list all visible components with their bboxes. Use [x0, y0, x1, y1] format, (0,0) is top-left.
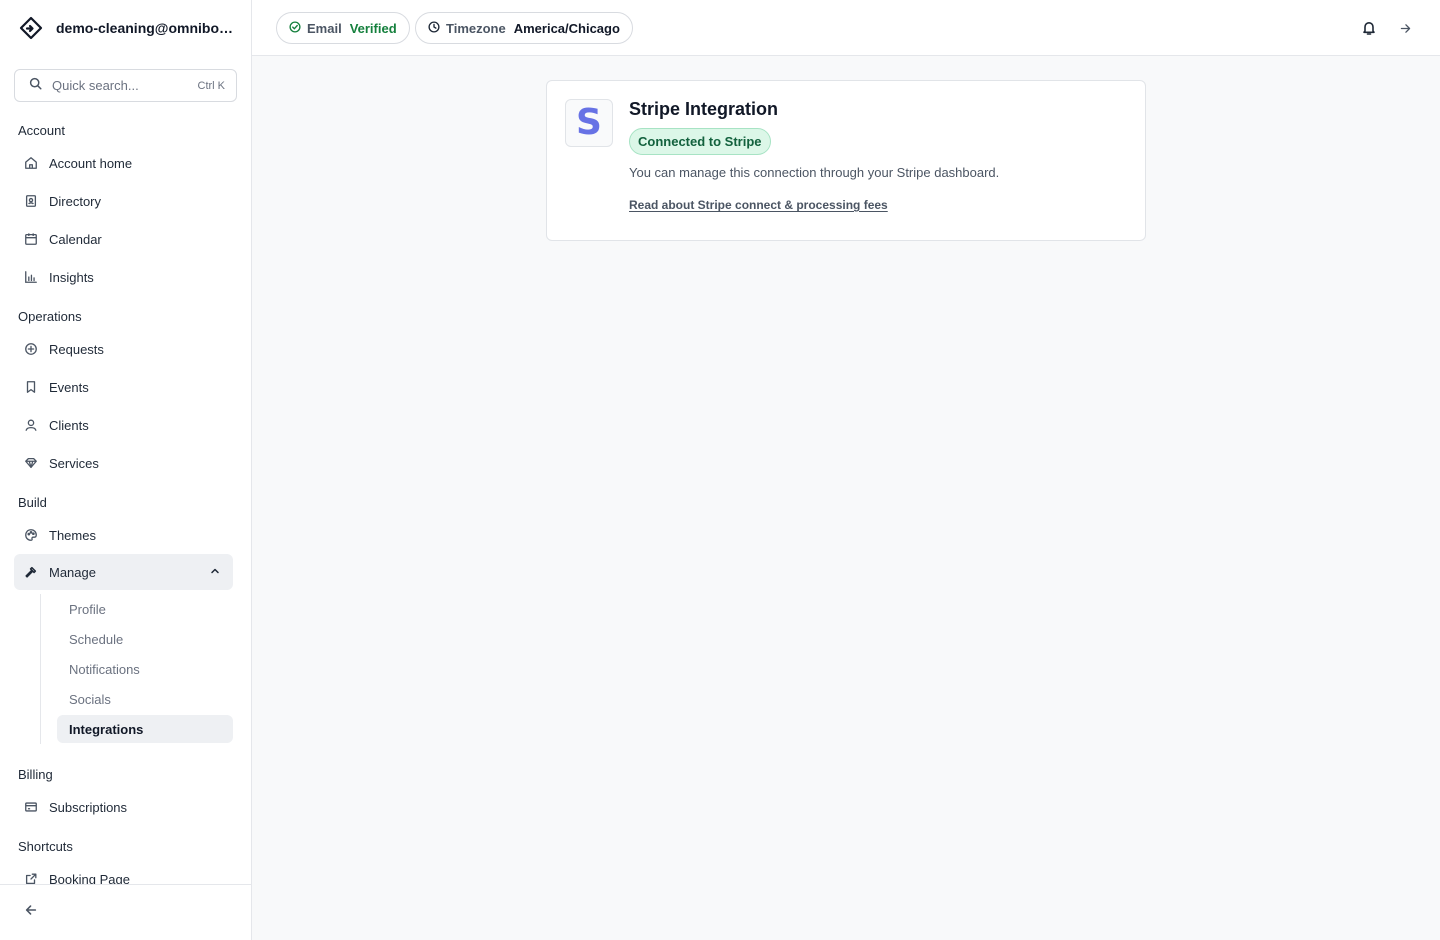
section-label-build: Build [18, 495, 47, 510]
clock-icon [428, 20, 440, 36]
bell-icon[interactable] [1360, 19, 1378, 37]
integration-description: You can manage this connection through y… [629, 165, 1000, 180]
timezone-key: Timezone [446, 20, 506, 36]
sidebar-subitem-notifications[interactable]: Notifications [57, 655, 233, 683]
hammer-icon [23, 564, 39, 580]
sidebar-footer [0, 884, 251, 940]
sidebar: demo-cleaning@omnibooking.com Quick sear… [0, 0, 252, 940]
sidebar-item-calendar[interactable]: Calendar [14, 222, 233, 256]
sidebar-subitem-schedule[interactable]: Schedule [57, 625, 233, 653]
email-status-key: Email [307, 20, 342, 36]
sidebar-item-label: Requests [49, 341, 104, 357]
sidebar-item-booking-page[interactable]: Booking Page [14, 862, 233, 884]
sidebar-item-label: Themes [49, 527, 96, 543]
sidebar-item-label: Insights [49, 269, 94, 285]
contacts-book-icon [23, 193, 39, 209]
sidebar-item-services[interactable]: Services [14, 446, 233, 480]
credit-card-icon [23, 799, 39, 815]
sidebar-subitem-socials[interactable]: Socials [57, 685, 233, 713]
sidebar-subitem-profile[interactable]: Profile [57, 595, 233, 623]
sidebar-subitem-integrations[interactable]: Integrations [57, 715, 233, 743]
sidebar-item-label: Events [49, 379, 89, 395]
sidebar-item-label: Account home [49, 155, 133, 171]
search-placeholder: Quick search... [52, 78, 139, 93]
sidebar-item-manage[interactable]: Manage [14, 554, 233, 590]
sidebar-item-label: Booking Page [49, 871, 130, 885]
workspace-name: demo-cleaning@omnibooking.com [56, 20, 234, 36]
plus-circle-icon [23, 341, 39, 357]
sidebar-nav: Account Account home Directory Calendar … [0, 116, 251, 884]
stripe-fees-link[interactable]: Read about Stripe connect & processing f… [629, 198, 888, 212]
stripe-logo-letter: S [576, 102, 602, 143]
arrow-right-icon[interactable] [1396, 19, 1414, 37]
user-icon [23, 417, 39, 433]
home-icon [23, 155, 39, 171]
search-shortcut: Ctrl K [197, 79, 226, 92]
sidebar-item-subscriptions[interactable]: Subscriptions [14, 790, 233, 824]
stripe-logo-icon: S [565, 99, 613, 147]
sidebar-item-label: Subscriptions [49, 799, 128, 815]
sidebar-item-label: Services [49, 455, 99, 471]
section-label-billing: Billing [18, 767, 53, 782]
search-icon [29, 77, 42, 95]
stripe-integration-card: S Stripe Integration Connected to Stripe… [546, 80, 1146, 241]
check-circle-icon [289, 20, 301, 36]
sidebar-item-label: Clients [49, 417, 89, 433]
sidebar-item-clients[interactable]: Clients [14, 408, 233, 442]
email-status-pill[interactable]: Email Verified [276, 12, 410, 44]
sidebar-item-label: Calendar [49, 231, 102, 247]
sidebar-item-account-home[interactable]: Account home [14, 146, 233, 180]
workspace-switcher[interactable]: demo-cleaning@omnibooking.com [0, 0, 251, 56]
integration-title: Stripe Integration [629, 99, 779, 119]
submenu-guide-line [40, 594, 41, 744]
sidebar-item-insights[interactable]: Insights [14, 260, 233, 294]
sidebar-item-label: Manage [49, 564, 96, 580]
external-link-icon [23, 871, 39, 884]
diamond-arrow-icon [18, 15, 44, 41]
calendar-icon [23, 231, 39, 247]
timezone-value: America/Chicago [513, 20, 620, 36]
collapse-sidebar-arrow-left-icon[interactable] [24, 903, 38, 922]
bar-chart-icon [23, 269, 39, 285]
email-status-value: Verified [349, 20, 397, 36]
sidebar-item-directory[interactable]: Directory [14, 184, 233, 218]
sidebar-item-events[interactable]: Events [14, 370, 233, 404]
section-label-shortcuts: Shortcuts [18, 839, 73, 854]
timezone-pill[interactable]: Timezone America/Chicago [415, 12, 633, 44]
sidebar-item-requests[interactable]: Requests [14, 332, 233, 366]
connection-status-badge: Connected to Stripe [629, 128, 771, 155]
bookmark-icon [23, 379, 39, 395]
quick-search-input[interactable]: Quick search... Ctrl K [14, 69, 237, 102]
topbar: Email Verified Timezone America/Chicago [252, 0, 1440, 56]
chevron-up-icon[interactable] [209, 564, 221, 582]
sidebar-item-themes[interactable]: Themes [14, 518, 233, 552]
sidebar-item-label: Directory [49, 193, 102, 209]
palette-icon [23, 527, 39, 543]
section-label-operations: Operations [18, 309, 82, 324]
gem-icon [23, 455, 39, 471]
section-label-account: Account [18, 123, 65, 138]
